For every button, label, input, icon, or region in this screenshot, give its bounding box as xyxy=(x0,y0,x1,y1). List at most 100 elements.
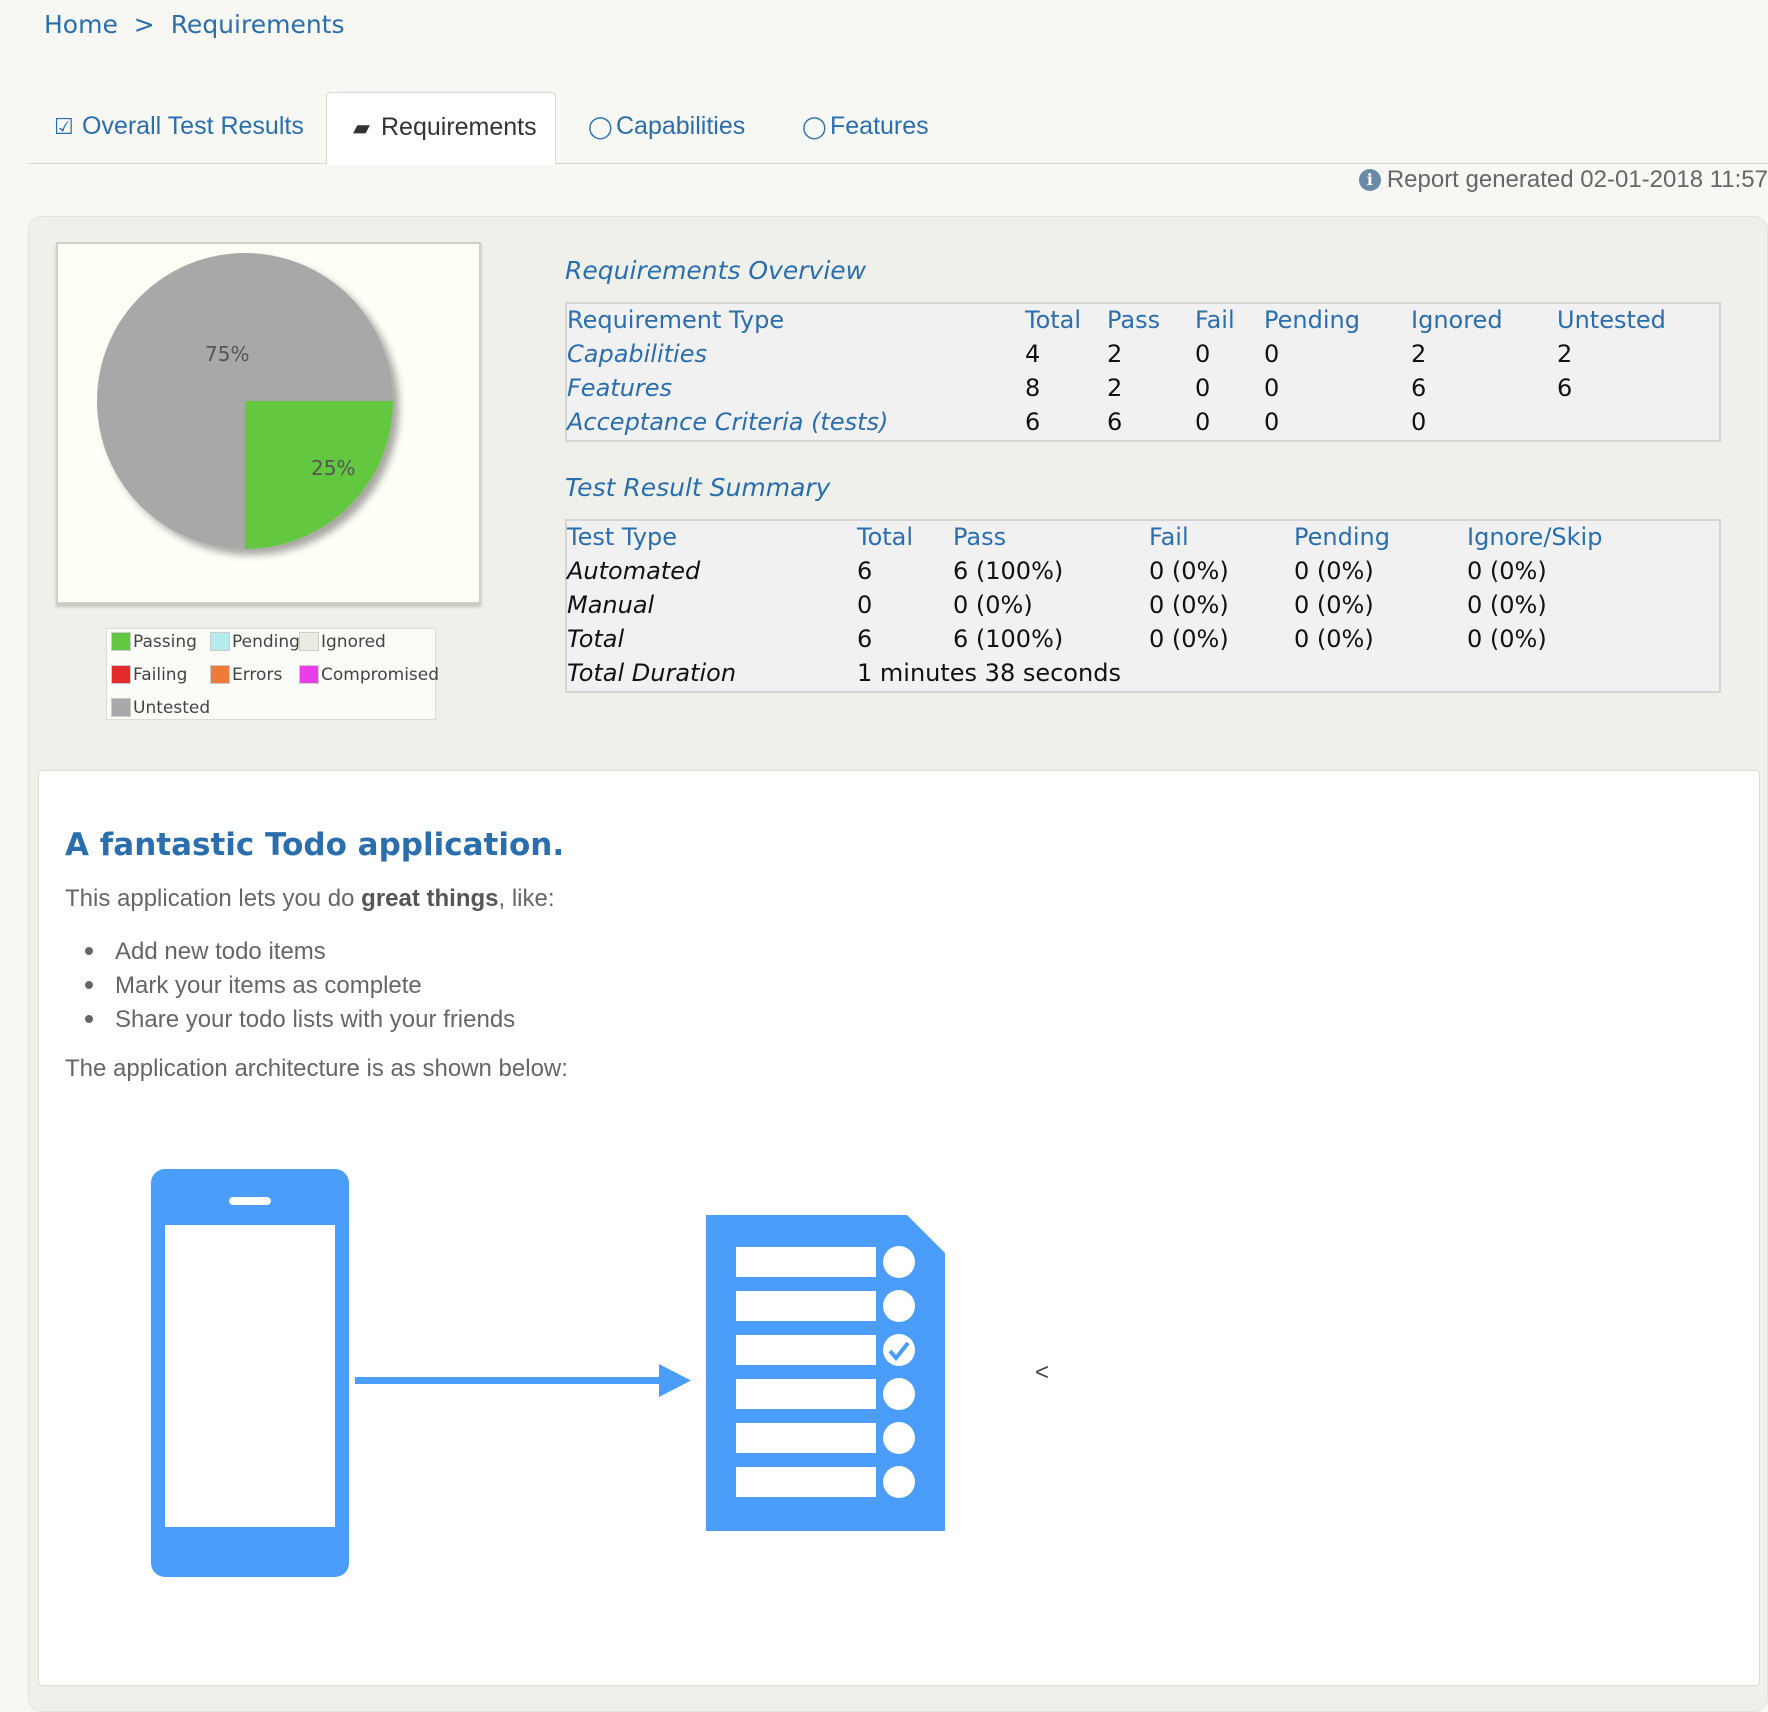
table-cell: 0 (0%) xyxy=(1467,591,1547,619)
legend-label: Ignored xyxy=(321,632,386,652)
legend-swatch xyxy=(210,665,230,684)
duration-label: Total Duration xyxy=(567,659,737,687)
requirement-type-link[interactable]: Acceptance Criteria (tests) xyxy=(567,408,888,436)
table-cell: 6 xyxy=(857,557,873,585)
table-cell: 6 xyxy=(857,625,873,653)
table-cell: 6 xyxy=(1557,374,1573,402)
table-cell: 0 xyxy=(1411,408,1427,436)
legend-label: Untested xyxy=(133,698,211,718)
column-header: Fail xyxy=(1195,306,1235,334)
table-cell: 0 xyxy=(1264,374,1280,402)
tab-label: Requirements xyxy=(381,113,537,141)
column-header: Total xyxy=(1025,306,1082,334)
table-cell: 0 (0%) xyxy=(1149,557,1229,585)
column-header: Pending xyxy=(1264,306,1360,334)
check-square-icon: ☑ xyxy=(54,114,74,139)
table-row: Automated 6 6 (100%) 0 (0%) 0 (0%) 0 (0%… xyxy=(567,555,1719,589)
legend-item-compromised: Compromised xyxy=(299,665,439,687)
narrative-card: A fantastic Todo application. This appli… xyxy=(38,770,1760,1686)
table-cell: 0 xyxy=(1264,408,1280,436)
tab-capabilities[interactable]: ◯ Capabilities xyxy=(588,92,745,164)
info-icon: i xyxy=(1358,169,1381,191)
table-row: Capabilities 4 2 0 0 2 2 xyxy=(567,338,1719,372)
table-cell: 2 xyxy=(1107,374,1123,402)
pie-slices xyxy=(97,253,393,549)
column-header: Untested xyxy=(1557,306,1666,334)
phone-icon xyxy=(151,1169,349,1577)
requirement-type-link[interactable]: Features xyxy=(567,374,672,402)
legend-item-passing: Passing xyxy=(111,632,197,654)
legend-item-pending: Pending xyxy=(210,632,300,654)
column-header: Total xyxy=(857,523,914,551)
requirements-overview-title: Requirements Overview xyxy=(565,256,867,285)
table-cell: 6 (100%) xyxy=(953,557,1064,585)
test-result-summary-title: Test Result Summary xyxy=(565,473,831,502)
test-type-label: Manual xyxy=(567,591,655,619)
pie-label-passing: 25% xyxy=(311,456,355,480)
arrow-icon xyxy=(355,1364,691,1397)
todo-list-icon xyxy=(706,1215,945,1531)
table-cell: 0 (0%) xyxy=(1294,591,1374,619)
requirements-overview-table: Requirement Type Total Pass Fail Pending… xyxy=(565,302,1721,442)
table-cell: 0 (0%) xyxy=(1467,557,1547,585)
table-cell: 2 xyxy=(1557,340,1573,368)
table-cell: 0 (0%) xyxy=(953,591,1033,619)
table-row: Features 8 2 0 0 6 6 xyxy=(567,372,1719,406)
tab-label: Overall Test Results xyxy=(82,112,304,140)
chart-legend: Passing Pending Ignored Failing Errors C… xyxy=(106,628,439,720)
tab-overall-test-results[interactable]: ☑ Overall Test Results xyxy=(54,92,304,164)
duration-value: 1 minutes 38 seconds xyxy=(857,659,1121,687)
book-icon: ▰ xyxy=(353,115,370,140)
table-cell: 6 (100%) xyxy=(953,625,1064,653)
legend-label: Errors xyxy=(232,665,283,685)
breadcrumb-home-link[interactable]: Home xyxy=(44,10,118,39)
table-row: Manual 0 0 (0%) 0 (0%) 0 (0%) 0 (0%) xyxy=(567,589,1719,623)
breadcrumb: Home > Requirements xyxy=(44,10,353,39)
tab-requirements[interactable]: ▰ Requirements xyxy=(326,92,556,165)
breadcrumb-current[interactable]: Requirements xyxy=(171,10,345,39)
table-cell: 0 (0%) xyxy=(1294,625,1374,653)
table-cell: 0 xyxy=(1195,374,1211,402)
table-header-row: Test Type Total Pass Fail Pending Ignore… xyxy=(567,521,1719,555)
pie-chart: 75% 25% xyxy=(56,242,481,604)
column-header: Ignored xyxy=(1411,306,1503,334)
test-type-label: Automated xyxy=(567,557,701,585)
legend-label: Pending xyxy=(232,632,300,652)
legend-item-ignored: Ignored xyxy=(299,632,386,654)
table-cell: 0 xyxy=(857,591,873,619)
pie-svg: 75% 25% xyxy=(97,253,393,549)
test-type-label: Total xyxy=(567,625,625,653)
table-cell: 4 xyxy=(1025,340,1041,368)
table-row: Total 6 6 (100%) 0 (0%) 0 (0%) 0 (0%) xyxy=(567,623,1719,657)
column-header: Fail xyxy=(1149,523,1189,551)
column-header: Pending xyxy=(1294,523,1390,551)
table-cell: 6 xyxy=(1107,408,1123,436)
report-generated: i Report generated 02-01-2018 11:57 xyxy=(1358,166,1768,194)
legend-label: Compromised xyxy=(321,665,440,685)
table-cell: 0 (0%) xyxy=(1149,625,1229,653)
comments-icon: ◯ xyxy=(588,114,613,139)
legend-item-untested: Untested xyxy=(111,698,210,720)
table-cell: 0 (0%) xyxy=(1294,557,1374,585)
requirement-type-link[interactable]: Capabilities xyxy=(567,340,707,368)
legend-swatch xyxy=(111,665,131,684)
tab-label: Capabilities xyxy=(616,112,746,140)
tab-features[interactable]: ◯ Features xyxy=(802,92,929,164)
legend-swatch xyxy=(299,665,319,684)
legend-swatch xyxy=(111,698,131,717)
column-header: Pass xyxy=(953,523,1007,551)
legend-item-failing: Failing xyxy=(111,665,187,687)
legend-label: Failing xyxy=(133,665,188,685)
table-cell: 0 xyxy=(1195,340,1211,368)
breadcrumb-separator: > xyxy=(133,10,155,39)
column-header: Ignore/Skip xyxy=(1467,523,1603,551)
legend-swatch xyxy=(299,632,319,651)
legend-swatch xyxy=(210,632,230,651)
legend-label: Passing xyxy=(133,632,197,652)
legend-item-errors: Errors xyxy=(210,665,282,687)
table-cell: 6 xyxy=(1025,408,1041,436)
legend-swatch xyxy=(111,632,131,651)
table-cell: 0 xyxy=(1195,408,1211,436)
table-cell: 2 xyxy=(1107,340,1123,368)
table-row: Acceptance Criteria (tests) 6 6 0 0 0 xyxy=(567,406,1719,440)
